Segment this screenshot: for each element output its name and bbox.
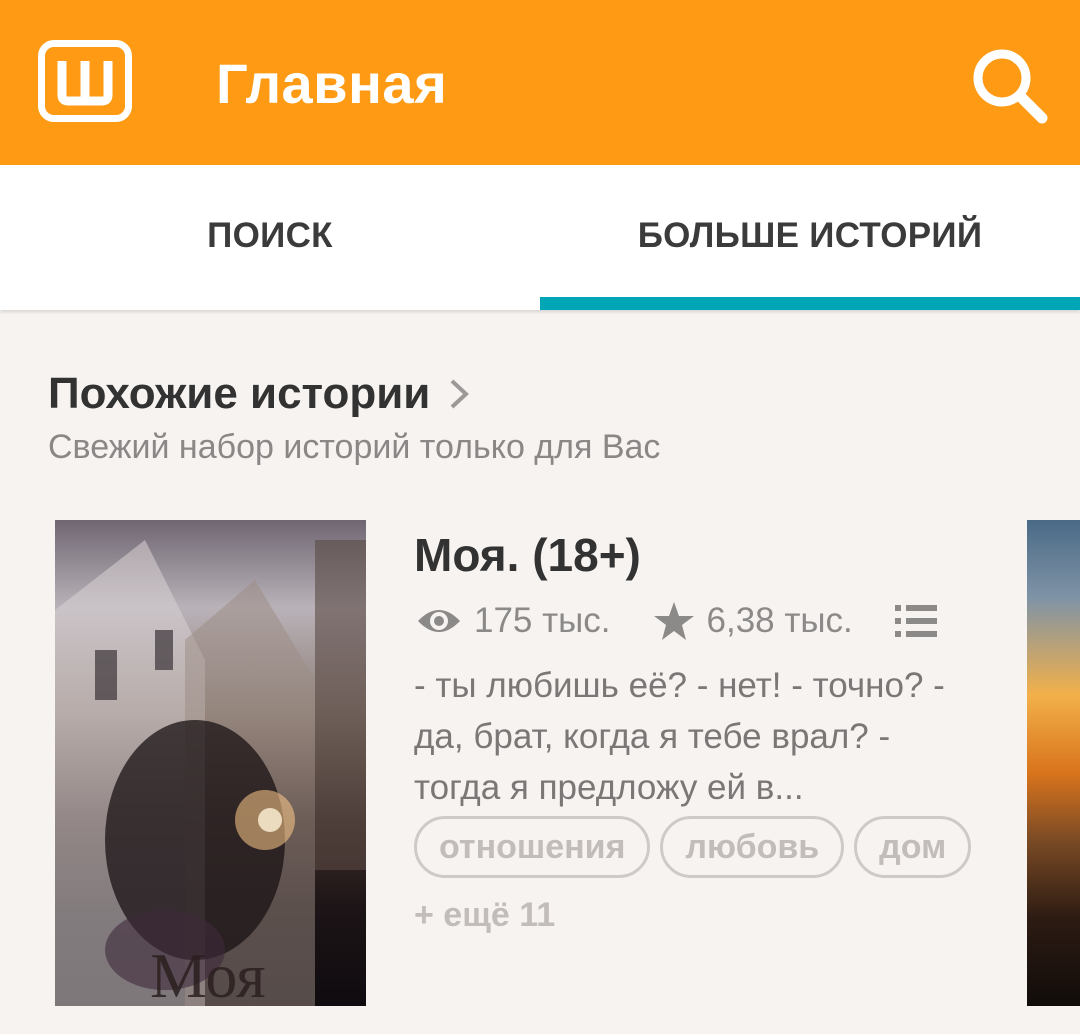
reads-count: 175 тыс. <box>474 601 611 640</box>
tab-more-stories[interactable]: БОЛЬШЕ ИСТОРИЙ <box>540 165 1080 310</box>
eye-icon <box>418 610 460 632</box>
story-stats: 175 тыс. 6,38 тыс. <box>416 596 949 646</box>
next-story-cover-image[interactable] <box>1027 520 1080 1006</box>
section-header-similar-stories[interactable]: Похожие истории <box>48 366 470 422</box>
tag-chip[interactable]: любовь <box>660 816 845 878</box>
wattpad-logo-icon[interactable] <box>38 40 132 122</box>
section-subtitle: Свежий набор историй только для Вас <box>48 428 661 466</box>
tag-list: отношения любовь дом <box>414 816 981 878</box>
star-icon <box>653 602 694 640</box>
tab-search[interactable]: ПОИСК <box>0 165 540 310</box>
tab-selected-indicator <box>540 297 1080 310</box>
search-icon[interactable] <box>966 42 1052 128</box>
cover-title-text: Моя <box>150 940 266 1011</box>
tab-bar: ПОИСК БОЛЬШЕ ИСТОРИЙ <box>0 165 1080 310</box>
reads-stat: 175 тыс. <box>416 601 611 641</box>
parts-stat <box>894 603 949 639</box>
votes-stat: 6,38 тыс. <box>653 601 853 641</box>
section-title: Похожие истории <box>48 369 431 418</box>
votes-count: 6,38 тыс. <box>706 601 853 640</box>
chevron-right-icon <box>450 379 470 409</box>
more-tags-link[interactable]: + ещё 11 <box>414 896 555 935</box>
story-cover-image[interactable] <box>55 520 366 1006</box>
story-description: - ты любишь её? - нет! - точно? - да, бр… <box>414 666 945 807</box>
list-icon <box>894 605 937 637</box>
tag-chip[interactable]: дом <box>854 816 972 878</box>
tag-chip[interactable]: отношения <box>414 816 651 878</box>
page-title: Главная <box>216 52 448 115</box>
app-bar: Главная <box>0 0 1080 165</box>
story-title[interactable]: Моя. (18+) <box>414 528 641 582</box>
